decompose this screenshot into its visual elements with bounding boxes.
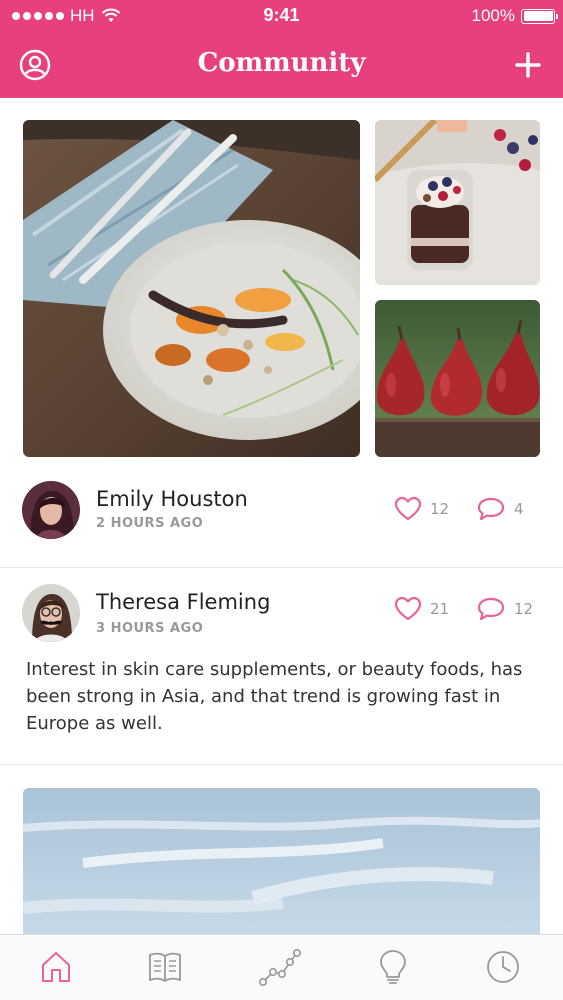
add-post-button[interactable] <box>511 48 545 82</box>
lightbulb-icon <box>380 950 406 984</box>
page-title: Community <box>197 48 366 78</box>
like-count: 12 <box>430 500 450 518</box>
divider <box>0 764 563 765</box>
comment-count: 12 <box>514 600 534 618</box>
home-icon <box>42 952 70 982</box>
comment-button[interactable]: 12 <box>476 596 533 622</box>
tab-journal[interactable] <box>143 945 187 989</box>
post-card[interactable]: Emily Houston 2 HOURS AGO 12 4 <box>0 478 563 568</box>
chart-path-icon <box>258 948 301 986</box>
avatar[interactable] <box>22 584 80 642</box>
divider <box>0 567 563 568</box>
battery-status: 100% <box>471 6 558 26</box>
comment-count: 4 <box>514 500 524 518</box>
post-time: 3 HOURS AGO <box>96 621 204 636</box>
heart-icon <box>394 496 422 521</box>
tab-ideas[interactable] <box>371 945 415 989</box>
clock-icon <box>487 951 519 983</box>
sky-photo[interactable] <box>23 788 540 948</box>
battery-icon <box>521 8 558 24</box>
post-time: 2 HOURS AGO <box>96 516 204 531</box>
tab-progress[interactable] <box>258 945 302 989</box>
post-card[interactable]: Theresa Fleming 3 HOURS AGO 21 12 Intere… <box>0 582 563 762</box>
post-author[interactable]: Emily Houston <box>96 487 248 511</box>
plus-icon <box>515 52 541 78</box>
heart-icon <box>394 596 422 621</box>
post-body: Interest in skin care supplements, or be… <box>26 659 523 734</box>
post-author[interactable]: Theresa Fleming <box>96 590 270 614</box>
comment-bubble-icon <box>477 597 505 621</box>
book-icon <box>149 952 181 982</box>
comment-button[interactable]: 4 <box>476 496 524 522</box>
pears-photo[interactable] <box>375 300 540 457</box>
like-button[interactable]: 12 <box>394 496 449 522</box>
battery-percent: 100% <box>471 6 515 25</box>
status-bar: HH 9:41 100% <box>0 0 563 32</box>
tab-history[interactable] <box>481 945 525 989</box>
like-button[interactable]: 21 <box>394 596 449 622</box>
like-count: 21 <box>430 600 450 618</box>
berry-parfait-photo[interactable] <box>375 120 540 285</box>
carrots-dish-photo[interactable] <box>23 120 360 457</box>
comment-bubble-icon <box>477 497 505 521</box>
app-header: HH 9:41 100% Community <box>0 0 563 98</box>
tab-bar <box>0 934 563 1000</box>
avatar[interactable] <box>22 481 80 539</box>
tab-home[interactable] <box>34 945 78 989</box>
